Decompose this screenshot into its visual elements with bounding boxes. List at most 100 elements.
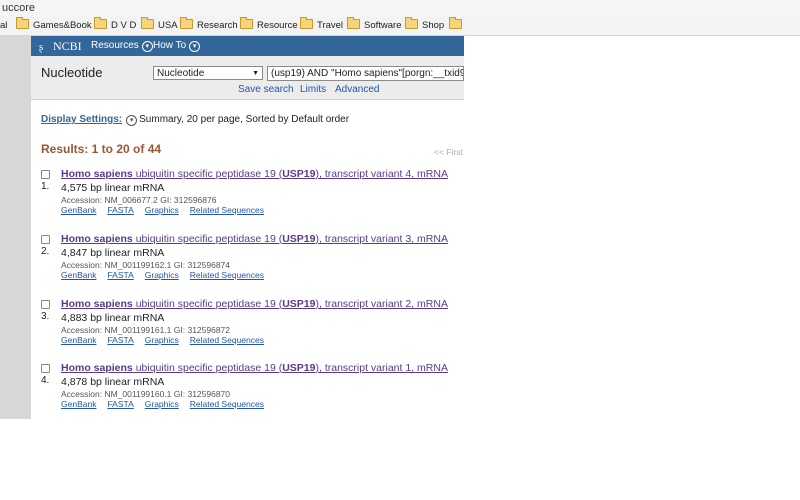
chevron-down-icon: ▾ xyxy=(141,41,153,52)
bookmark-label: Travel xyxy=(317,20,344,31)
resources-menu[interactable]: Resources ▾ xyxy=(91,40,153,52)
bookmark-research[interactable]: Research xyxy=(180,17,238,35)
limits-link[interactable]: Limits xyxy=(300,84,326,95)
results-count: Results: 1 to 20 of 44 xyxy=(41,142,162,156)
related-sequences-link[interactable]: Related Sequences xyxy=(190,205,264,215)
folder-icon xyxy=(240,17,253,29)
folder-icon xyxy=(16,17,29,29)
search-input[interactable]: (usp19) AND "Homo sapiens"[porgn:__txid9… xyxy=(267,66,464,81)
fasta-link[interactable]: FASTA xyxy=(107,335,133,345)
related-sequences-link[interactable]: Related Sequences xyxy=(190,335,264,345)
search-area: Nucleotide Nucleotide ▼ (usp19) AND "Hom… xyxy=(31,56,464,100)
title-text: ), transcript variant 3, mRNA xyxy=(315,233,448,245)
result-accession: Accession: NM_001199160.1 GI: 312596870 xyxy=(61,389,231,399)
organism-name: Homo sapiens xyxy=(61,362,133,374)
title-text: ubiquitin specific peptidase 19 ( xyxy=(132,233,283,245)
bookmark-label: al xyxy=(0,20,8,31)
howto-menu[interactable]: How To ▾ xyxy=(153,40,201,52)
gene-symbol: USP19 xyxy=(282,298,316,310)
bookmark-usa[interactable]: USA xyxy=(141,17,178,35)
ncbi-helix-icon: ʂ xyxy=(39,41,44,53)
bookmark-shop[interactable]: Shop xyxy=(405,17,444,35)
folder-icon xyxy=(405,17,418,29)
bookmark-overflow[interactable] xyxy=(449,17,466,35)
howto-label: How To xyxy=(153,40,187,51)
genbank-link[interactable]: GenBank xyxy=(61,335,96,345)
result-checkbox[interactable] xyxy=(41,170,50,179)
display-settings-link[interactable]: Display Settings: xyxy=(41,114,122,125)
graphics-link[interactable]: Graphics xyxy=(145,335,179,345)
graphics-link[interactable]: Graphics xyxy=(145,270,179,280)
title-text: ubiquitin specific peptidase 19 ( xyxy=(132,168,283,180)
advanced-link[interactable]: Advanced xyxy=(335,84,379,95)
related-sequences-link[interactable]: Related Sequences xyxy=(190,270,264,280)
bookmarks-bar: al Games&Book D V D USA Research Resourc… xyxy=(0,17,800,36)
gene-symbol: USP19 xyxy=(282,168,316,180)
fasta-link[interactable]: FASTA xyxy=(107,205,133,215)
gene-symbol: USP19 xyxy=(282,362,316,374)
database-title: Nucleotide xyxy=(41,65,103,80)
ncbi-logo[interactable]: ʂ NCBI xyxy=(39,39,82,54)
result-title-link[interactable]: Homo sapiens ubiquitin specific peptidas… xyxy=(61,362,448,374)
title-text: ubiquitin specific peptidase 19 ( xyxy=(132,298,283,310)
fasta-link[interactable]: FASTA xyxy=(107,270,133,280)
result-links: GenBank FASTA Graphics Related Sequences xyxy=(61,399,275,409)
bookmark-software[interactable]: Software xyxy=(347,17,402,35)
database-select[interactable]: Nucleotide ▼ xyxy=(153,66,263,80)
display-settings-summary: Summary, 20 per page, Sorted by Default … xyxy=(139,114,350,125)
bookmark-label: D V D xyxy=(111,20,137,31)
result-checkbox[interactable] xyxy=(41,364,50,373)
title-text: ), transcript variant 2, mRNA xyxy=(315,298,448,310)
bookmark-resource[interactable]: Resource xyxy=(240,17,298,35)
bookmark-label: Shop xyxy=(422,20,445,31)
first-page-link[interactable]: << First xyxy=(434,147,463,157)
result-description: 4,575 bp linear mRNA xyxy=(61,182,165,194)
organism-name: Homo sapiens xyxy=(61,168,133,180)
organism-name: Homo sapiens xyxy=(61,298,133,310)
title-text: ), transcript variant 1, mRNA xyxy=(315,362,448,374)
bookmark-label: Research xyxy=(197,20,238,31)
folder-icon xyxy=(94,17,107,29)
result-checkbox[interactable] xyxy=(41,235,50,244)
folder-icon xyxy=(141,17,154,29)
ncbi-header-bar: ʂ NCBI Resources ▾ How To ▾ xyxy=(31,36,464,56)
graphics-link[interactable]: Graphics xyxy=(145,399,179,409)
result-links: GenBank FASTA Graphics Related Sequences xyxy=(61,335,275,345)
result-description: 4,883 bp linear mRNA xyxy=(61,312,165,324)
organism-name: Homo sapiens xyxy=(61,233,133,245)
folder-icon xyxy=(347,17,360,29)
related-sequences-link[interactable]: Related Sequences xyxy=(190,399,264,409)
result-checkbox[interactable] xyxy=(41,300,50,309)
result-accession: Accession: NM_001199162.1 GI: 312596874 xyxy=(61,260,231,270)
folder-icon xyxy=(300,17,313,29)
bookmark-label: USA xyxy=(158,20,178,31)
genbank-link[interactable]: GenBank xyxy=(61,205,96,215)
bookmark-travel[interactable]: Travel xyxy=(300,17,343,35)
database-select-value: Nucleotide xyxy=(157,68,205,79)
resources-label: Resources xyxy=(91,40,139,51)
bookmark-al[interactable]: al xyxy=(0,17,7,35)
bookmark-dvd[interactable]: D V D xyxy=(94,17,136,35)
result-number: 1. xyxy=(41,181,50,192)
gene-symbol: USP19 xyxy=(282,233,316,245)
bookmark-games-book[interactable]: Games&Book xyxy=(16,17,92,35)
result-description: 4,878 bp linear mRNA xyxy=(61,376,165,388)
result-number: 4. xyxy=(41,375,50,386)
bookmark-label: Software xyxy=(364,20,402,31)
result-number: 3. xyxy=(41,311,50,322)
result-accession: Accession: NM_001199161.1 GI: 312596872 xyxy=(61,325,231,335)
save-search-link[interactable]: Save search xyxy=(238,84,294,95)
graphics-link[interactable]: Graphics xyxy=(145,205,179,215)
chevron-down-icon[interactable]: ▾ xyxy=(126,115,138,126)
result-title-link[interactable]: Homo sapiens ubiquitin specific peptidas… xyxy=(61,233,448,245)
genbank-link[interactable]: GenBank xyxy=(61,270,96,280)
title-text: ), transcript variant 4, mRNA xyxy=(315,168,448,180)
result-title-link[interactable]: Homo sapiens ubiquitin specific peptidas… xyxy=(61,298,448,310)
genbank-link[interactable]: GenBank xyxy=(61,399,96,409)
fasta-link[interactable]: FASTA xyxy=(107,399,133,409)
result-accession: Accession: NM_006677.2 GI: 312596876 xyxy=(61,195,217,205)
title-text: ubiquitin specific peptidase 19 ( xyxy=(132,362,283,374)
result-description: 4,847 bp linear mRNA xyxy=(61,247,165,259)
result-title-link[interactable]: Homo sapiens ubiquitin specific peptidas… xyxy=(61,168,448,180)
chevron-down-icon: ▾ xyxy=(189,41,201,52)
